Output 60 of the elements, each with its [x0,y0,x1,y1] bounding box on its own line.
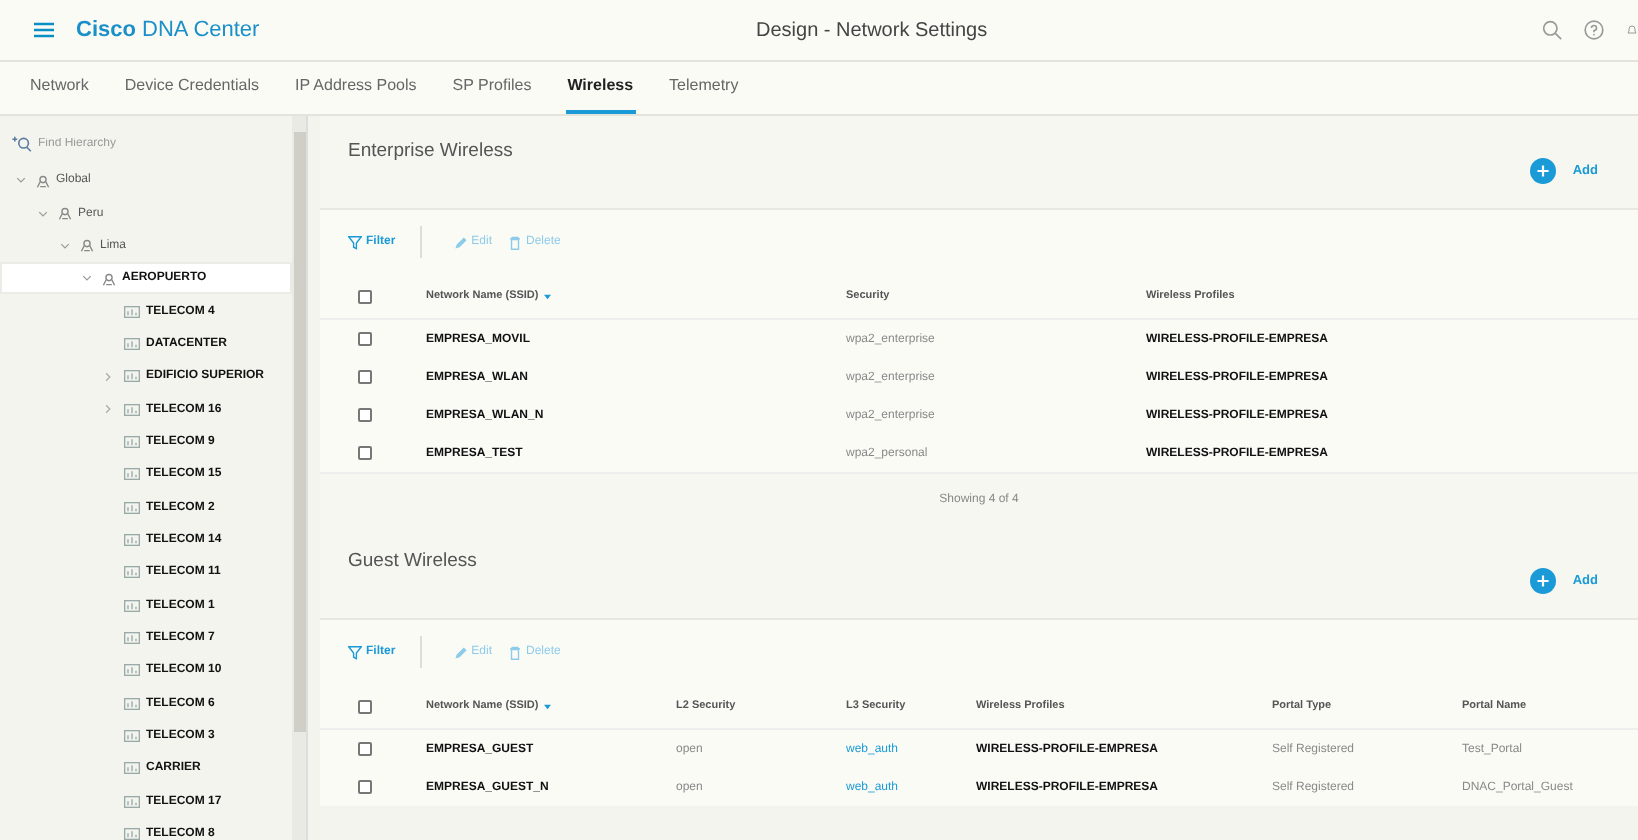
building-icon [124,697,140,710]
location-icon [80,238,94,253]
location-icon [102,271,116,286]
help-icon[interactable] [1584,20,1604,40]
building-icon [124,828,140,840]
chevron-down-icon[interactable] [16,176,26,185]
pencil-icon [453,645,468,659]
section-title: Guest Wireless [348,550,477,572]
pencil-icon [453,235,468,249]
row-checkbox[interactable] [358,408,372,422]
building-icon [124,599,140,612]
building-icon [124,762,140,775]
search-icon [12,136,32,152]
sort-arrow-icon[interactable] [544,703,552,709]
building-icon [124,730,140,743]
building-icon [124,468,140,481]
chevron-down-icon[interactable] [38,209,48,218]
tab[interactable]: SP Profiles [450,76,534,114]
building-icon [124,403,140,416]
location-icon [36,173,50,188]
tab[interactable]: IP Address Pools [292,76,419,114]
plus-icon [1530,157,1557,183]
tab[interactable]: Device Credentials [122,76,261,114]
row-checkbox[interactable] [358,370,372,384]
trash-icon [508,235,523,249]
menu-icon[interactable] [34,22,54,38]
row-checkbox[interactable] [358,742,372,756]
row-checkbox[interactable] [358,780,372,794]
row-checkbox[interactable] [358,446,372,460]
chevron-right-icon[interactable] [104,371,112,382]
building-icon [124,501,140,514]
row-checkbox[interactable] [358,332,372,346]
select-all-checkbox[interactable] [358,289,372,303]
building-icon [124,566,140,579]
filter-icon [348,645,362,659]
trash-icon [508,645,523,659]
tab[interactable]: Telemetry [667,76,741,114]
section-title: Enterprise Wireless [348,140,513,162]
bell-icon[interactable] [1626,20,1638,40]
plus-icon [1530,567,1557,593]
app-logo: Cisco DNA Center [76,18,262,42]
building-icon [124,631,140,644]
search-icon[interactable] [1542,20,1562,40]
building-icon [124,370,140,383]
building-icon [124,664,140,677]
chevron-down-icon[interactable] [60,241,70,250]
chevron-down-icon[interactable] [82,274,92,283]
chevron-right-icon[interactable] [104,404,112,415]
building-icon [124,337,140,350]
tab[interactable]: Network [28,76,91,114]
building-icon [124,305,140,318]
page-title: Design - Network Settings [756,19,988,41]
filter-icon [348,235,362,249]
building-icon [124,533,140,546]
sort-arrow-icon[interactable] [544,293,552,299]
location-icon [58,206,72,221]
building-icon [124,435,140,448]
select-all-checkbox[interactable] [358,699,372,713]
scrollbar-thumb[interactable] [294,132,306,732]
building-icon [124,795,140,808]
